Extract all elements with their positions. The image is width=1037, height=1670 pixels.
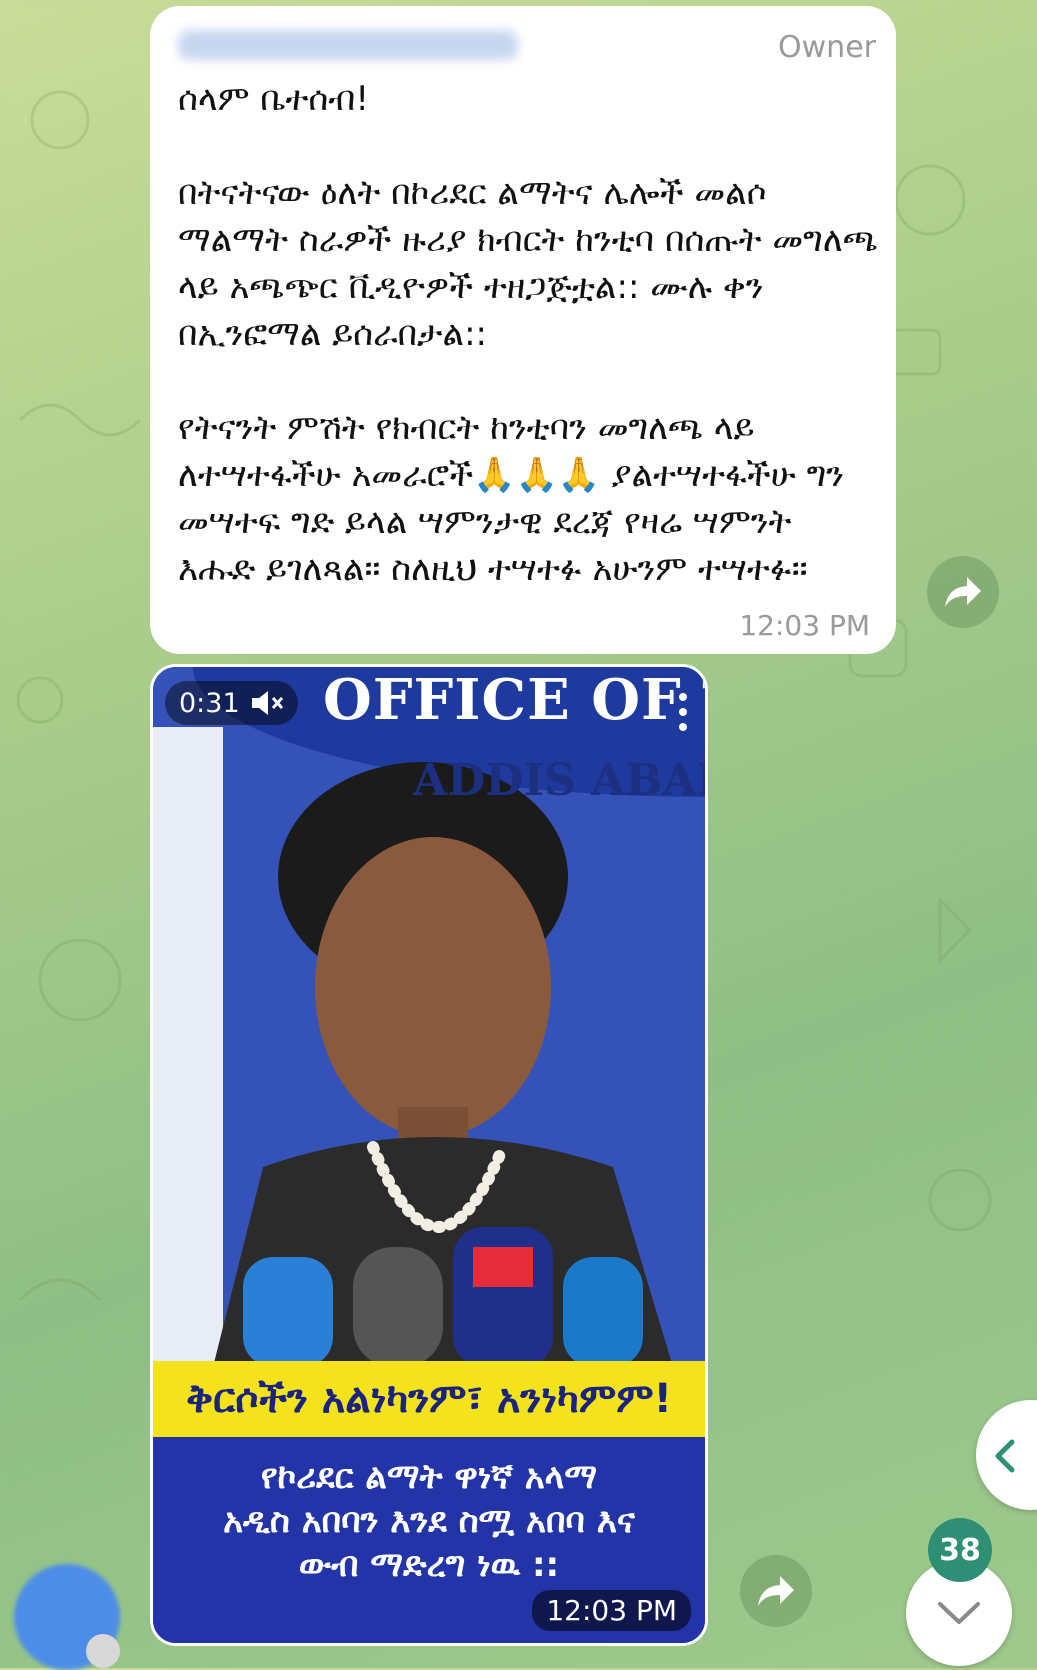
avatar-status-dot	[86, 1634, 120, 1668]
forward-icon	[758, 1576, 794, 1606]
message-bubble[interactable]: Owner ሰላም ቤተሰብ! በትናትናው ዕለት በኮሪደር ልማትና ሌሎ…	[150, 6, 896, 654]
muted-speaker-icon[interactable]	[250, 690, 284, 716]
office-sign-text: OFFICE OF T	[323, 667, 708, 733]
video-duration-pill[interactable]: 0:31	[165, 681, 298, 725]
owner-badge: Owner	[778, 30, 876, 65]
forward-icon	[945, 577, 981, 607]
forward-button-video[interactable]	[740, 1555, 812, 1627]
sender-name-blurred[interactable]	[178, 30, 518, 60]
unread-count-badge: 38	[928, 1518, 992, 1582]
chevron-left-icon	[995, 1439, 1015, 1473]
video-timestamp: 12:03 PM	[532, 1590, 691, 1631]
addis-ababa-sign-text: ADDIS ABAB	[413, 755, 708, 806]
video-headline-banner: ቅርሶችን አልነካንም፣ አንነካምም!	[153, 1361, 705, 1437]
message-text: ሰላም ቤተሰብ! በትናትናው ዕለት በኮሪደር ልማትና ሌሎች መልሶ …	[178, 79, 878, 589]
video-message[interactable]: OFFICE OF T ADDIS ABAB 0:31 ቅርሶችን አልነካንም…	[150, 664, 708, 1646]
chevron-down-icon	[938, 1602, 980, 1624]
video-duration: 0:31	[179, 687, 240, 719]
message-timestamp: 12:03 PM	[739, 609, 870, 642]
forward-button[interactable]	[927, 556, 999, 628]
more-options-icon[interactable]	[679, 693, 687, 738]
